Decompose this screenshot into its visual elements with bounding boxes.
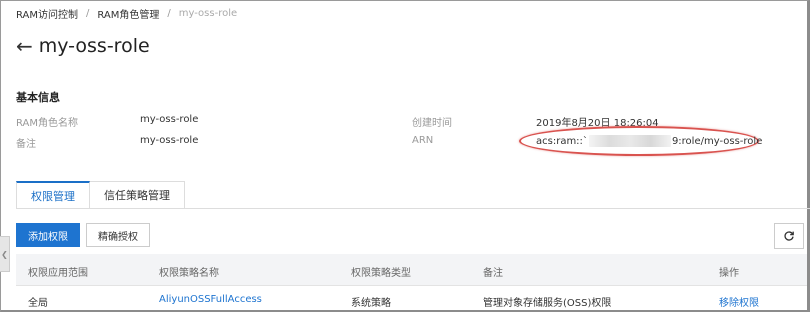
breadcrumb-separator: / (86, 8, 90, 19)
role-name-label: RAM角色名称 (16, 118, 79, 129)
created-time-label: 创建时间 (412, 118, 452, 129)
tab-permission-management[interactable]: 权限管理 (16, 181, 90, 209)
column-header-scope: 权限应用范围 (28, 268, 88, 279)
breadcrumb-ram-access-control[interactable]: RAM访问控制 (16, 6, 78, 21)
breadcrumb: RAM访问控制 / RAM角色管理 / my-oss-role (16, 6, 237, 21)
cell-scope: 全局 (28, 298, 48, 309)
tab-trust-policy-management[interactable]: 信任策略管理 (90, 181, 185, 209)
arn-suffix: 9:role/my-oss-role (671, 135, 763, 147)
breadcrumb-current: my-oss-role (178, 8, 238, 19)
cell-note: 管理对象存储服务(OSS)权限 (483, 298, 612, 309)
table-row: 全局 AliyunOSSFullAccess 系统策略 管理对象存储服务(OSS… (16, 286, 807, 312)
role-name-value: my-oss-role (140, 114, 199, 125)
add-permission-button[interactable]: 添加权限 (16, 223, 80, 247)
breadcrumb-ram-role-management[interactable]: RAM角色管理 (97, 6, 159, 21)
arn-prefix: acs:ram::` (536, 135, 588, 147)
tab-divider (16, 208, 810, 209)
remove-permission-link[interactable]: 移除权限 (719, 294, 759, 309)
section-title-basic-info: 基本信息 (16, 91, 60, 104)
column-header-note: 备注 (483, 268, 503, 279)
left-arrow-icon[interactable]: ← (16, 36, 33, 56)
refresh-button[interactable] (774, 223, 804, 249)
note-label: 备注 (16, 139, 36, 150)
tab-bar: 权限管理 信任策略管理 (16, 181, 185, 209)
redacted-account-id (588, 135, 671, 147)
arn-value: acs:ram::` 9:role/my-oss-role (536, 135, 762, 147)
note-value: my-oss-role (140, 135, 199, 146)
page-title: my-oss-role (38, 34, 150, 57)
breadcrumb-separator: / (167, 8, 171, 19)
column-header-action: 操作 (719, 268, 739, 279)
arn-value-highlight: acs:ram::` 9:role/my-oss-role (519, 126, 762, 156)
precise-authorization-button[interactable]: 精确授权 (86, 223, 150, 247)
cell-policy-type: 系统策略 (351, 298, 391, 309)
refresh-icon (784, 231, 794, 241)
cell-policy-name-link[interactable]: AliyunOSSFullAccess (159, 294, 262, 305)
collapse-handle[interactable]: ❮ (0, 236, 10, 272)
arn-label: ARN (412, 135, 434, 146)
column-header-policy-type: 权限策略类型 (351, 268, 411, 279)
page-header: ← my-oss-role (16, 36, 150, 56)
column-header-policy-name: 权限策略名称 (159, 268, 219, 279)
table-header: 权限应用范围 权限策略名称 权限策略类型 备注 操作 (16, 254, 807, 286)
